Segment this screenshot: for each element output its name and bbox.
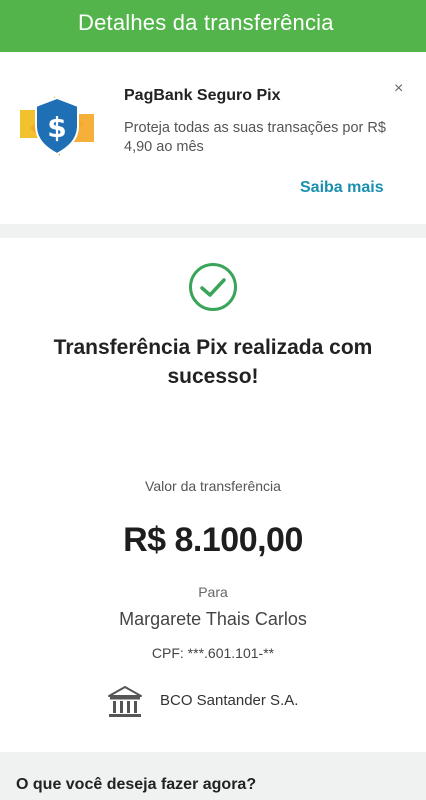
recipient-cpf: CPF: ***.601.101-**: [151, 645, 275, 661]
bank-icon: [106, 684, 144, 720]
success-message: Transferência Pix realizada com sucesso!: [53, 336, 373, 388]
shield-dollar-icon: $: [14, 84, 100, 168]
bank-name: BCO Santander S.A.: [160, 692, 299, 709]
recipient-name: Margarete Thais Carlos: [119, 609, 307, 629]
app-header: Detalhes da transferência: [0, 0, 426, 52]
promo-banner: $ PagBank Seguro Pix Proteja todas as su…: [0, 52, 426, 224]
learn-more-link[interactable]: Saiba mais: [300, 179, 384, 197]
promo-title: PagBank Seguro Pix: [124, 87, 281, 104]
section-divider: [0, 224, 426, 238]
page-title: Detalhes da transferência: [78, 10, 334, 35]
amount-label: Valor da transferência: [145, 478, 281, 494]
recipient-label: Para: [198, 584, 228, 600]
promo-description: Proteja todas as suas transações por R$ …: [124, 120, 386, 155]
svg-text:$: $: [47, 111, 66, 144]
close-icon[interactable]: ×: [394, 80, 403, 98]
transfer-amount: R$ 8.100,00: [123, 521, 303, 559]
check-circle-icon: [188, 262, 238, 312]
next-actions-title: O que você deseja fazer agora?: [16, 776, 257, 793]
